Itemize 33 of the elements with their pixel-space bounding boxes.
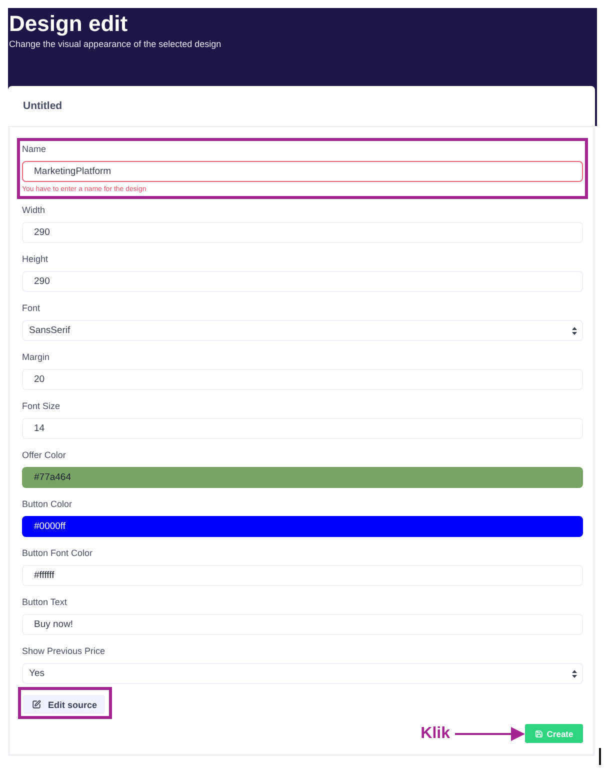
field-label: Height	[22, 253, 48, 265]
select-field[interactable]: SansSerif	[22, 320, 584, 341]
save-icon	[534, 730, 543, 738]
field-label: Button Text	[22, 596, 67, 608]
edit-icon	[32, 700, 41, 709]
pointer-arrow	[455, 726, 526, 740]
input-field[interactable]: 20	[22, 369, 584, 390]
sort-arrows-icon	[572, 326, 578, 334]
input-field[interactable]: 14	[22, 418, 584, 439]
input-field[interactable]: 290	[22, 222, 584, 243]
annotation-label: Klik	[420, 724, 450, 742]
color-field[interactable]: #0000ff	[22, 516, 584, 537]
select-field[interactable]: Yes	[22, 663, 584, 684]
field-label: Offer Color	[22, 449, 66, 461]
field-label: Width	[22, 204, 46, 216]
card-title: Untitled	[23, 100, 62, 112]
field-label: Font	[22, 302, 40, 314]
input-field[interactable]: Buy now!	[22, 614, 584, 635]
input-field[interactable]: 290	[22, 271, 584, 292]
color-field[interactable]: #ffffff	[22, 565, 584, 586]
page-subtitle: Change the visual appearance of the selected design	[9, 38, 222, 50]
field-label: Margin	[22, 351, 50, 363]
sort-arrows-icon	[572, 670, 578, 678]
field-label: Font Size	[22, 400, 60, 412]
page-title: Design edit	[9, 11, 129, 37]
field-label: Button Font Color	[22, 547, 93, 559]
input-field[interactable]: MarketingPlatform	[22, 161, 584, 182]
field-label: Name	[22, 143, 46, 155]
edit-source-button[interactable]: Edit source	[23, 695, 106, 714]
cursor-bar-icon	[599, 748, 601, 765]
field-label: Button Color	[22, 498, 72, 510]
color-field[interactable]: #77a464	[22, 467, 584, 488]
field-label: Show Previous Price	[22, 645, 106, 657]
